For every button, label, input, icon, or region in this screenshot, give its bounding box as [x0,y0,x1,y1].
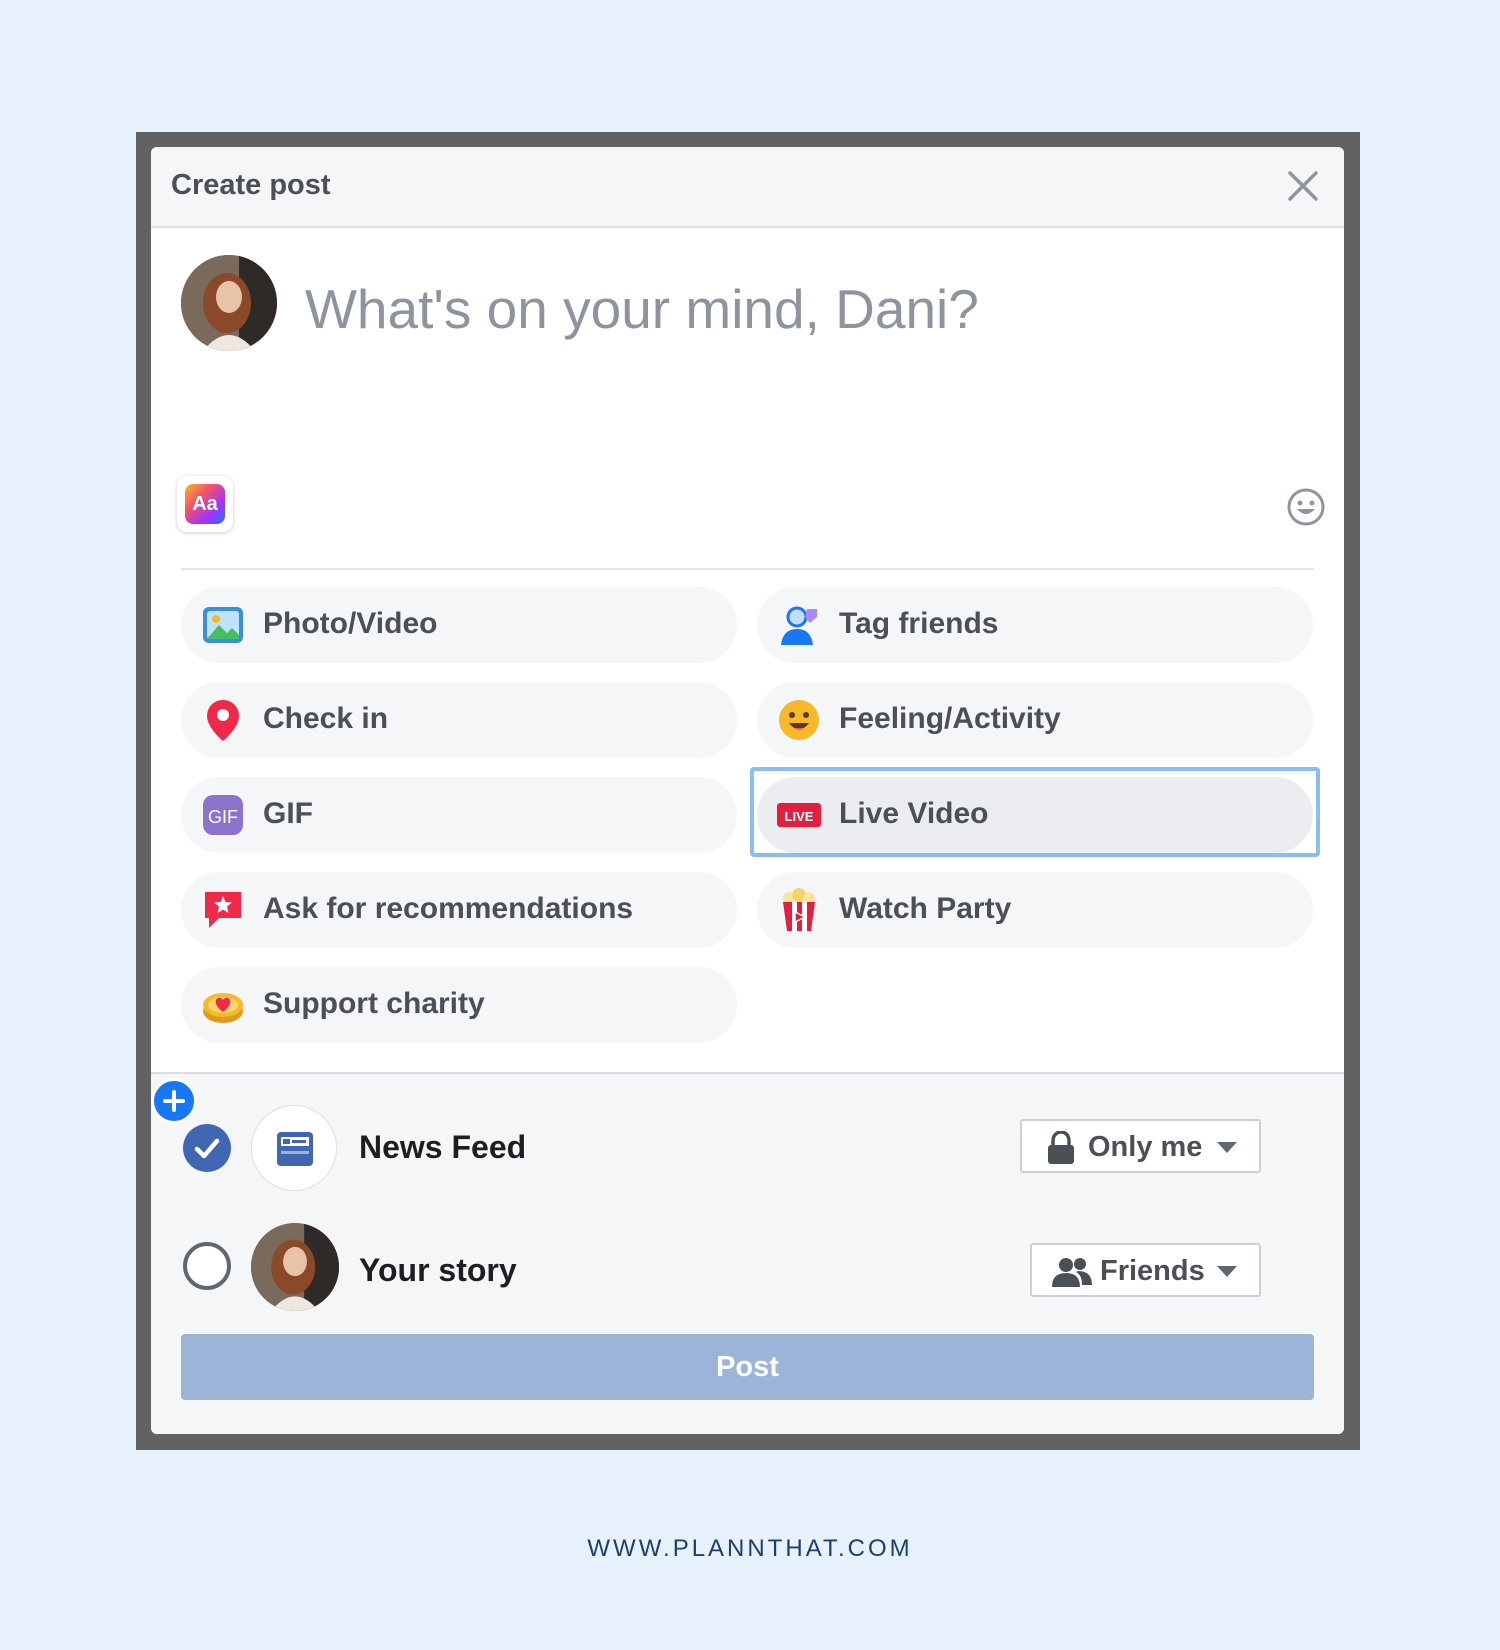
dialog-frame: Create post Aa [136,132,1360,1450]
caret-down-icon [1217,1142,1237,1153]
photo-icon [203,607,243,643]
option-label: Support charity [263,987,485,1020]
option-label: GIF [263,797,313,830]
news-feed-label: News Feed [359,1129,527,1165]
option-label: Tag friends [839,607,999,640]
tag-friends-icon [781,606,817,645]
post-text-input[interactable] [303,268,1207,350]
option-label: Ask for recommendations [263,892,634,925]
option-label: Feeling/Activity [839,702,1061,735]
option-ask-recommendations[interactable]: Ask for recommendations [181,872,737,948]
option-label: Watch Party [839,892,1012,925]
close-icon[interactable] [1284,167,1322,205]
caret-down-icon [1217,1266,1237,1277]
option-feeling-activity[interactable]: Feeling/Activity [757,682,1313,758]
gif-icon: GIF [203,795,243,835]
option-watch-party[interactable]: Watch Party [757,872,1313,948]
divider [181,568,1314,570]
checkmark-icon [194,1138,220,1159]
friends-icon [1052,1258,1092,1287]
news-feed-checkbox[interactable] [183,1124,231,1172]
option-photo-video[interactable]: Photo/Video [181,587,737,663]
option-live-video[interactable]: LIVE Live Video [757,777,1313,853]
option-support-charity[interactable]: Support charity [181,967,737,1043]
your-story-checkbox[interactable] [183,1242,231,1290]
popcorn-icon [783,888,815,931]
news-feed-audience-dropdown[interactable]: Only me [1020,1119,1261,1173]
your-story-label: Your story [359,1252,517,1288]
add-story-icon[interactable] [151,1078,197,1124]
option-tag-friends[interactable]: Tag friends [757,587,1313,663]
text-style-label: Aa [185,484,225,524]
smiley-icon[interactable] [1286,487,1326,527]
share-footer: News Feed Only me Your story Friends Pos… [151,1072,1344,1434]
gif-icon-text: GIF [208,807,238,827]
your-story-audience-dropdown[interactable]: Friends [1030,1243,1261,1297]
news-feed-icon [251,1105,337,1191]
option-label: Check in [263,702,389,735]
recommendation-icon [205,892,241,928]
post-button[interactable]: Post [181,1334,1314,1400]
dialog-title: Create post [171,169,331,201]
smiley-emoji-icon [779,700,819,740]
option-gif[interactable]: GIF GIF [181,777,737,853]
composer: Aa [151,228,1344,578]
audience-label: Friends [1100,1255,1205,1287]
live-icon: LIVE [777,803,821,827]
lock-icon [1048,1131,1074,1164]
option-check-in[interactable]: Check in [181,682,737,758]
location-pin-icon [207,700,239,741]
dialog-header: Create post [151,147,1344,228]
live-icon-text: LIVE [785,809,814,824]
option-label: Live Video [839,797,989,830]
footer-url: WWW.PLANNTHAT.COM [587,1535,913,1562]
avatar [181,255,277,351]
charity-heart-icon [203,993,243,1023]
create-post-dialog: Create post Aa [151,147,1344,1434]
option-label: Photo/Video [263,607,438,640]
story-avatar [251,1223,339,1311]
audience-label: Only me [1088,1131,1203,1163]
text-style-button[interactable]: Aa [177,476,233,532]
